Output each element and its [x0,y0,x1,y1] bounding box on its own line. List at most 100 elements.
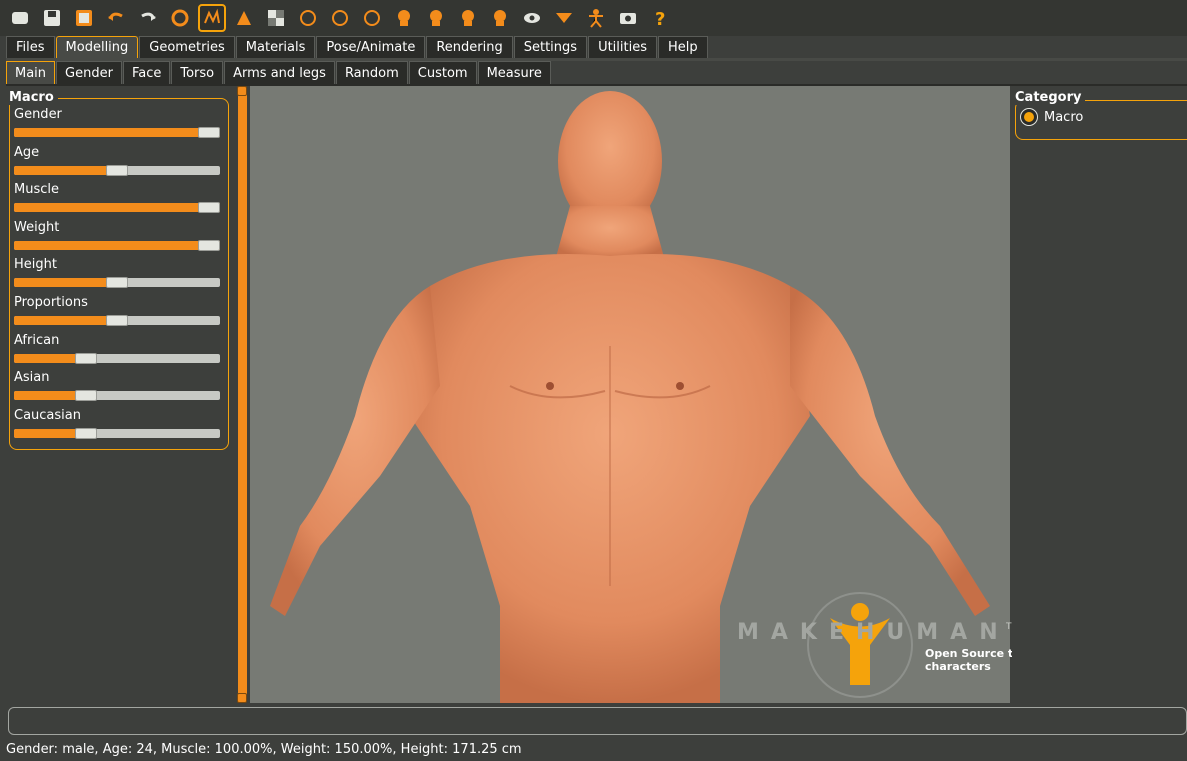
subtab-measure[interactable]: Measure [477,61,551,84]
right-view-icon[interactable] [422,4,450,32]
slider-fill [14,353,82,363]
macro-panel: Macro Gender Age Muscle Weight Height Proport… [6,86,236,706]
slider-track[interactable] [14,390,220,402]
slider-label: Weight [14,219,60,235]
slider-handle[interactable] [198,202,220,214]
screenshot-icon[interactable] [614,4,642,32]
slider-handle[interactable] [74,390,97,402]
slider-african: African [14,332,220,364]
slider-label: Height [14,257,57,273]
scrollbar-thumb[interactable] [238,90,247,697]
slider-handle[interactable] [106,315,128,326]
slider-track[interactable] [14,127,220,138]
save-icon[interactable] [38,4,66,32]
category-panel: Category Macro [1012,86,1187,703]
subtab-arms-and-legs[interactable]: Arms and legs [224,61,335,84]
category-option-macro[interactable]: Macro [1020,108,1083,126]
pose-icon[interactable] [582,4,610,32]
category-option-label: Macro [1044,109,1084,125]
new-icon[interactable] [6,4,34,32]
scroll-down-button[interactable] [237,693,247,703]
subtab-random[interactable]: Random [335,61,408,84]
slider-fill [14,316,117,325]
tab-geometries[interactable]: Geometries [139,36,235,58]
skin-icon[interactable] [230,4,258,32]
logo-wordmark: MAKEHUMAN [737,620,1010,645]
slider-handle[interactable] [198,127,220,138]
macro-group-title: Macro [9,90,58,105]
category-title: Category [1015,90,1086,105]
back-view-icon[interactable] [326,4,354,32]
slider-fill [14,240,220,250]
eye-icon[interactable] [518,4,546,32]
radio-button[interactable] [1020,108,1038,126]
slider-track[interactable] [14,352,220,364]
subtab-gender[interactable]: Gender [56,61,122,84]
tab-rendering[interactable]: Rendering [426,36,513,58]
slider-fill [14,165,117,175]
slider-proportions: Proportions [14,294,220,326]
radio-selected-dot [1024,112,1034,122]
tab-pose-animate[interactable]: Pose/Animate [316,36,426,58]
help-icon[interactable]: ? [646,4,674,32]
slider-age: Age [14,144,220,176]
subtab-main[interactable]: Main [6,61,56,84]
slider-label: Gender [14,107,62,122]
slider-handle[interactable] [106,277,128,289]
top-view-icon[interactable] [454,4,482,32]
export-icon[interactable] [70,4,98,32]
sub-tabs: Main Gender Face Torso Arms and legs Ran… [6,61,552,84]
slider-handle[interactable] [74,352,97,364]
tab-settings[interactable]: Settings [513,36,588,58]
slider-label: Proportions [14,295,88,310]
slider-caucasian: Caucasian [14,407,220,439]
front-view-icon[interactable] [294,4,322,32]
slider-fill [14,203,220,213]
slider-handle[interactable] [198,239,220,251]
tab-files[interactable]: Files [6,36,55,58]
tab-modelling[interactable]: Modelling [55,36,139,58]
subtab-custom[interactable]: Custom [408,61,477,84]
slider-track[interactable] [14,315,220,326]
slider-track[interactable] [14,164,220,176]
redo-icon[interactable] [134,4,162,32]
tab-help[interactable]: Help [658,36,708,58]
slider-handle[interactable] [74,427,97,439]
reset-icon[interactable] [166,4,194,32]
slider-asian: Asian [14,369,220,402]
slider-height: Height [14,256,220,289]
bottom-view-icon[interactable] [486,4,514,32]
slider-fill [14,128,220,137]
slider-track[interactable] [14,427,220,439]
background-icon[interactable] [262,4,290,32]
slider-weight: Weight [14,219,220,251]
scroll-up-button[interactable] [237,86,247,96]
undo-icon[interactable] [102,4,130,32]
slider-label: Age [14,144,40,160]
makehuman-logo [807,592,913,698]
slider-track[interactable] [14,277,220,289]
subtab-torso[interactable]: Torso [171,61,224,84]
slider-fill [14,428,82,438]
wireframe-icon[interactable] [198,4,226,32]
slider-label: Asian [14,370,50,386]
slider-track[interactable] [14,239,220,251]
panel-scrollbar[interactable] [236,86,248,703]
side-view-icon[interactable] [358,4,386,32]
slider-label: Caucasian [14,407,81,423]
symmetry-icon[interactable] [550,4,578,32]
subtab-face[interactable]: Face [122,61,171,84]
tab-materials[interactable]: Materials [235,36,316,58]
slider-gender: Gender [14,106,220,138]
slider-label: African [14,332,60,348]
left-view-icon[interactable] [390,4,418,32]
slider-handle[interactable] [106,164,128,176]
toolbar: ? [0,0,1187,36]
slider-track[interactable] [14,202,220,214]
slider-muscle: Muscle [14,181,220,214]
status-bar: Gender: male, Age: 24, Muscle: 100.00%, … [6,742,522,757]
slider-label: Muscle [14,182,59,198]
slider-fill [14,391,82,401]
tab-utilities[interactable]: Utilities [588,36,657,58]
slider-fill [14,278,117,288]
